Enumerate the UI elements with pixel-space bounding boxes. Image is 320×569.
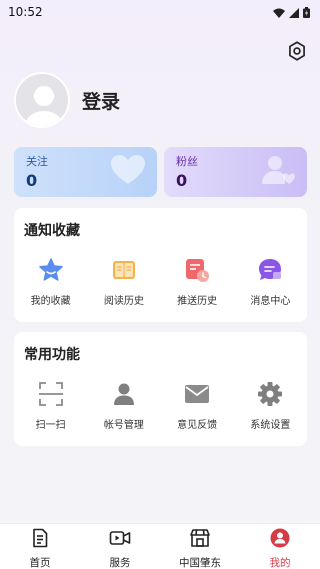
bottom-tab-bar: 首页 服务 中国肇东 我的 <box>0 523 320 569</box>
mail-icon <box>183 380 211 408</box>
battery-icon <box>303 3 310 22</box>
my-favorites-item[interactable]: 我的收藏 <box>14 256 87 307</box>
book-icon <box>110 256 138 284</box>
grid-label: 消息中心 <box>250 296 291 307</box>
tab-home[interactable]: 首页 <box>0 524 80 569</box>
home-doc-icon <box>30 528 50 552</box>
wifi-icon <box>273 3 285 22</box>
status-icons <box>273 3 310 22</box>
message-icon <box>256 256 284 284</box>
status-bar: 10:52 <box>0 0 320 24</box>
avatar[interactable] <box>14 72 70 128</box>
settings-gear-icon <box>287 41 307 65</box>
shop-icon <box>189 528 211 552</box>
grid-label: 意见反馈 <box>177 420 218 431</box>
reading-history-item[interactable]: 阅读历史 <box>87 256 160 307</box>
tab-label: 服务 <box>109 557 131 569</box>
status-time: 10:52 <box>8 5 43 19</box>
settings-button[interactable] <box>286 41 308 65</box>
scan-item[interactable]: 扫一扫 <box>14 380 87 431</box>
user-icon <box>110 380 138 408</box>
common-functions-card: 常用功能 扫一扫 帐号管理 意见反馈 系统设置 <box>14 332 307 446</box>
push-history-item[interactable]: 推送历史 <box>161 256 234 307</box>
star-icon <box>37 256 65 284</box>
notice-favorites-card: 通知收藏 我的收藏 阅读历史 推送历史 消息中心 <box>14 208 307 322</box>
profile-icon <box>270 528 290 552</box>
fans-user-icon <box>261 155 295 189</box>
push-history-icon <box>183 256 211 284</box>
tab-service[interactable]: 服务 <box>80 524 160 569</box>
login-link[interactable]: 登录 <box>82 87 120 114</box>
grid-label: 系统设置 <box>250 420 291 431</box>
grid-label: 推送历史 <box>177 296 218 307</box>
message-center-item[interactable]: 消息中心 <box>234 256 307 307</box>
tab-mine[interactable]: 我的 <box>240 524 320 569</box>
grid-label: 我的收藏 <box>30 296 71 307</box>
gear-icon <box>256 380 284 408</box>
grid-label: 帐号管理 <box>103 420 144 431</box>
system-settings-item[interactable]: 系统设置 <box>234 380 307 431</box>
signal-icon <box>289 3 299 22</box>
account-management-item[interactable]: 帐号管理 <box>87 380 160 431</box>
profile-header[interactable]: 登录 <box>14 72 120 128</box>
fans-card[interactable]: 粉丝 0 <box>164 147 307 197</box>
grid-label: 阅读历史 <box>103 296 144 307</box>
heart-icon <box>111 155 145 189</box>
feedback-item[interactable]: 意见反馈 <box>161 380 234 431</box>
follow-card[interactable]: 关注 0 <box>14 147 157 197</box>
video-icon <box>109 528 131 552</box>
tab-label: 中国肇东 <box>179 557 221 569</box>
tab-label: 首页 <box>29 557 51 569</box>
grid-label: 扫一扫 <box>35 420 66 431</box>
section-title: 常用功能 <box>24 347 80 363</box>
tab-label: 我的 <box>269 557 291 569</box>
scan-icon <box>37 380 65 408</box>
section-title: 通知收藏 <box>24 223 80 239</box>
tab-zhaodong[interactable]: 中国肇东 <box>160 524 240 569</box>
